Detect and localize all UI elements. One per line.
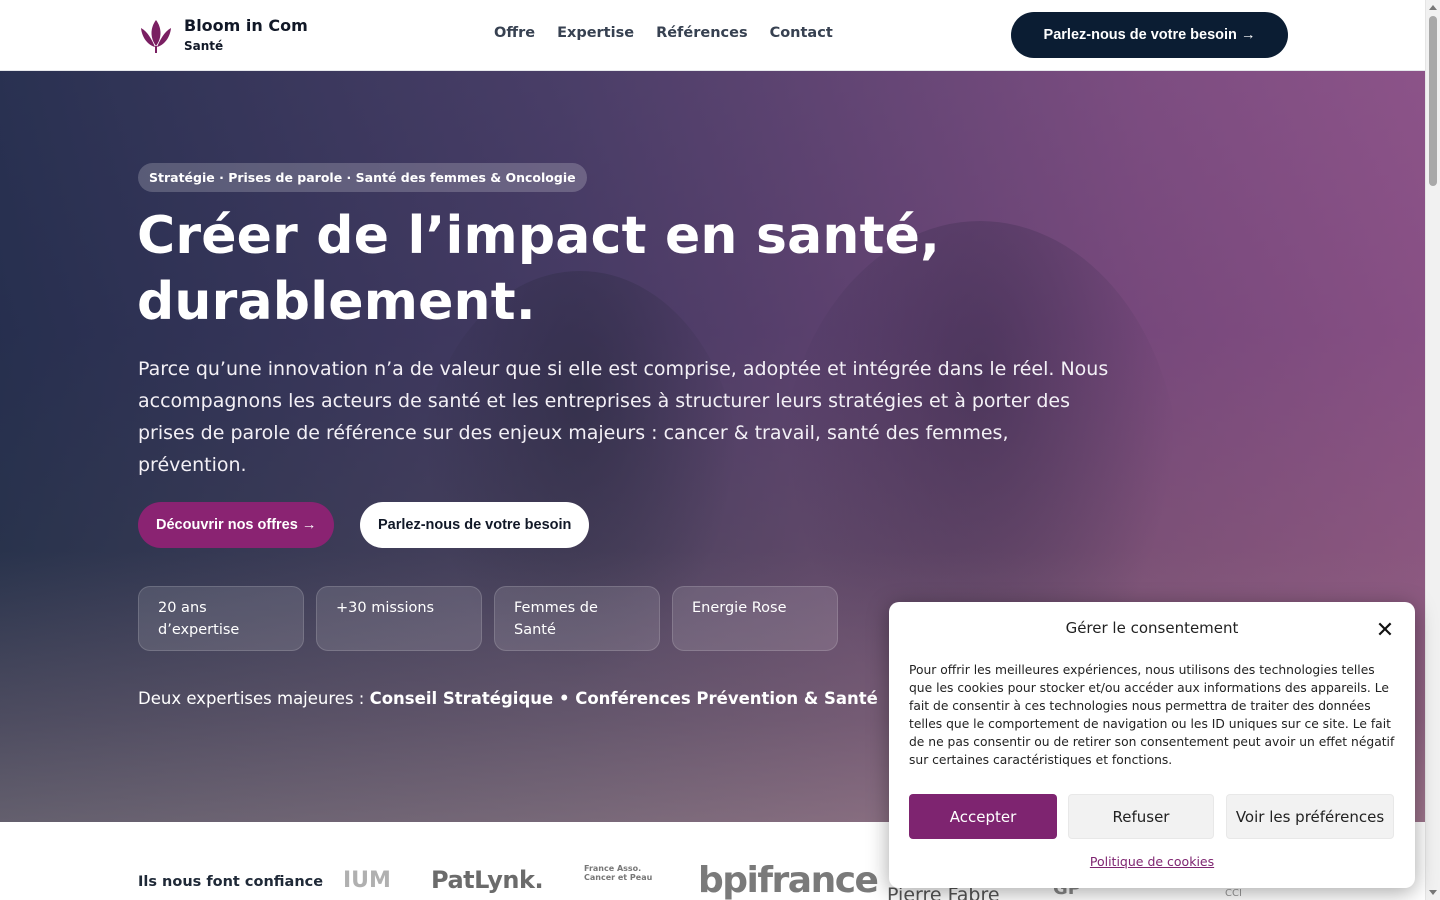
scrollbar-thumb[interactable] bbox=[1429, 16, 1437, 186]
stat-card-experience: 20 ans d’expertise bbox=[138, 586, 304, 651]
accept-button[interactable]: Accepter bbox=[909, 794, 1057, 839]
expertises-list: Conseil Stratégique • Conférences Préven… bbox=[369, 689, 878, 708]
brand-subtitle: Santé bbox=[184, 39, 224, 53]
discover-offers-button[interactable]: Découvrir nos offres → bbox=[138, 502, 335, 548]
hero-title-line1: Créer de l’impact en santé, bbox=[137, 206, 941, 266]
scroll-down-arrow-icon[interactable] bbox=[1429, 890, 1437, 895]
expertises-line: Deux expertises majeures : Conseil Strat… bbox=[138, 689, 878, 708]
preferences-button[interactable]: Voir les préférences bbox=[1226, 794, 1394, 839]
consent-text: Pour offrir les meilleures expériences, … bbox=[909, 663, 1395, 767]
brand-name: Bloom in Com bbox=[184, 16, 308, 35]
page-scrollbar[interactable] bbox=[1425, 0, 1440, 900]
contact-need-button[interactable]: Parlez-nous de votre besoin bbox=[360, 502, 590, 548]
brand-text: Bloom in Com Santé bbox=[184, 16, 308, 54]
partner-logo-ium: IUM bbox=[343, 868, 391, 893]
nav-item-expertise[interactable]: Expertise bbox=[557, 25, 634, 41]
scroll-up-arrow-icon[interactable] bbox=[1429, 5, 1437, 10]
hero-tagline-pill: Stratégie · Prises de parole · Santé des… bbox=[138, 163, 587, 192]
partner-logo-patlynk: PatLynk. bbox=[431, 866, 544, 894]
partner-logo-france-asso-cancer-peau: France Asso. Cancer et Peau bbox=[584, 864, 653, 882]
nav-item-references[interactable]: Références bbox=[656, 25, 748, 41]
nav-item-offre[interactable]: Offre bbox=[494, 25, 535, 41]
cookie-consent-dialog: Gérer le consentement ✕ Pour offrir les … bbox=[889, 602, 1415, 888]
hero-title: Créer de l’impact en santé, durablement. bbox=[137, 203, 1037, 335]
hero-title-line2: durablement. bbox=[137, 272, 536, 332]
header-cta-button[interactable]: Parlez-nous de votre besoin → bbox=[1011, 12, 1288, 58]
trust-label: Ils nous font confiance bbox=[138, 874, 324, 890]
partner-logo-cci: CCI bbox=[1225, 888, 1242, 899]
stat-card-energie-rose: Energie Rose bbox=[672, 586, 838, 651]
stat-card-missions: +30 missions bbox=[316, 586, 482, 651]
partner-logo-bpifrance: bpifrance bbox=[698, 860, 879, 900]
cookie-policy-link[interactable]: Politique de cookies bbox=[889, 854, 1415, 869]
nav-item-contact[interactable]: Contact bbox=[770, 25, 833, 41]
lotus-icon bbox=[141, 20, 171, 53]
main-nav: Offre Expertise Références Contact bbox=[494, 25, 833, 41]
stat-card-femmes-sante: Femmes de Santé bbox=[494, 586, 660, 651]
refuse-button[interactable]: Refuser bbox=[1068, 794, 1214, 839]
consent-title: Gérer le consentement bbox=[1065, 619, 1239, 637]
hero-description: Parce qu’une innovation n’a de valeur qu… bbox=[138, 358, 1109, 476]
site-header: Bloom in Com Santé Offre Expertise Référ… bbox=[0, 0, 1425, 71]
close-icon[interactable]: ✕ bbox=[1374, 618, 1396, 643]
expertises-prefix: Deux expertises majeures : bbox=[138, 689, 365, 708]
brand-logo[interactable]: Bloom in Com Santé bbox=[138, 16, 308, 54]
